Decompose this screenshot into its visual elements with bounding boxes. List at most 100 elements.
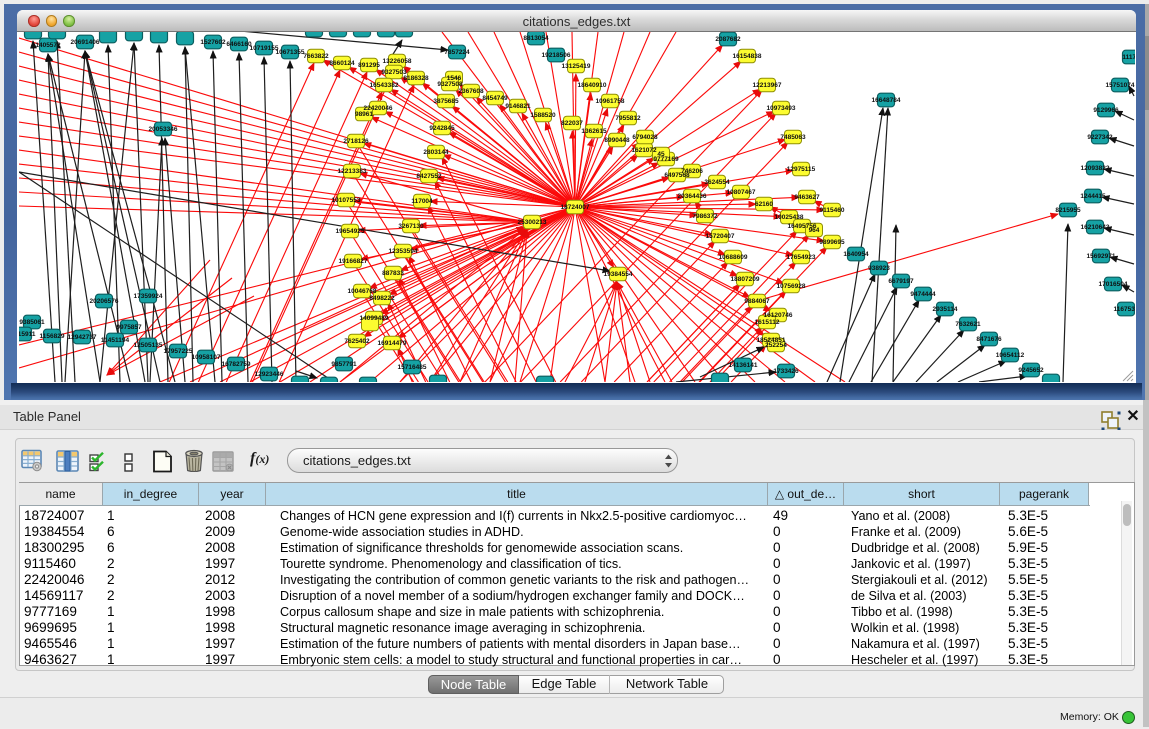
- svg-text:117004: 117004: [411, 198, 433, 205]
- svg-text:19166827: 19166827: [339, 258, 368, 265]
- svg-text:12213967: 12213967: [753, 82, 782, 89]
- svg-text:19384554: 19384554: [604, 271, 633, 278]
- svg-text:252254: 252254: [765, 342, 787, 349]
- svg-text:3915911: 3915911: [19, 331, 36, 338]
- svg-text:6679197: 6679197: [888, 278, 914, 285]
- svg-text:45: 45: [657, 151, 665, 158]
- svg-text:9245652: 9245652: [1018, 367, 1044, 374]
- svg-text:17359924: 17359924: [134, 293, 163, 300]
- svg-text:13226058: 13226058: [383, 58, 412, 65]
- svg-text:10973493: 10973493: [767, 105, 796, 112]
- svg-text:13125419: 13125419: [562, 63, 591, 70]
- svg-text:12923446: 12923446: [255, 371, 284, 378]
- svg-text:14099489: 14099489: [360, 315, 389, 322]
- svg-text:98961: 98961: [355, 111, 373, 118]
- svg-text:1621072: 1621072: [631, 147, 657, 154]
- svg-text:17654923: 17654923: [787, 254, 816, 261]
- svg-text:6794028: 6794028: [632, 134, 658, 141]
- svg-text:9899695: 9899695: [819, 239, 845, 246]
- svg-text:2718126: 2718126: [343, 138, 369, 145]
- svg-text:8990448: 8990448: [604, 137, 630, 144]
- svg-text:3267130: 3267130: [398, 223, 424, 230]
- svg-text:12213383: 12213383: [338, 168, 367, 175]
- svg-text:20206576: 20206576: [90, 298, 119, 305]
- svg-text:9227342: 9227342: [1087, 134, 1113, 141]
- svg-text:887833: 887833: [382, 270, 404, 277]
- svg-text:3624554: 3624554: [704, 179, 730, 186]
- svg-text:16543382: 16543382: [370, 82, 399, 89]
- svg-text:16120746: 16120746: [764, 312, 793, 319]
- svg-text:7955812: 7955812: [615, 115, 641, 122]
- svg-text:1167533: 1167533: [1114, 306, 1135, 313]
- svg-text:11451194: 11451194: [101, 337, 130, 344]
- svg-text:16210643: 16210643: [1081, 224, 1110, 231]
- svg-text:8660124: 8660124: [329, 60, 355, 67]
- svg-text:8471676: 8471676: [976, 336, 1002, 343]
- svg-text:10025438: 10025438: [775, 214, 804, 221]
- svg-text:2803144: 2803144: [423, 149, 449, 156]
- svg-text:8498222: 8498222: [369, 295, 395, 302]
- svg-text:9975857: 9975857: [116, 324, 142, 331]
- svg-text:20053346: 20053346: [149, 126, 178, 133]
- svg-text:11175: 11175: [1122, 54, 1135, 61]
- svg-text:19654925: 19654925: [336, 228, 365, 235]
- svg-text:938923: 938923: [868, 265, 890, 272]
- svg-text:1588520: 1588520: [530, 112, 556, 119]
- svg-text:12942737: 12942737: [68, 334, 97, 341]
- svg-text:10807467: 10807467: [727, 189, 756, 196]
- svg-text:9115460: 9115460: [820, 207, 845, 214]
- svg-text:2367608: 2367608: [458, 88, 484, 95]
- svg-text:20364436: 20364436: [678, 193, 707, 200]
- svg-text:9884067: 9884067: [744, 298, 770, 305]
- svg-text:7485063: 7485063: [780, 134, 806, 141]
- svg-text:17957225: 17957225: [164, 348, 193, 355]
- svg-text:16914479: 16914479: [378, 340, 407, 347]
- svg-text:62160: 62160: [755, 201, 773, 208]
- svg-text:12353594: 12353594: [389, 248, 418, 255]
- svg-text:9327508: 9327508: [437, 81, 463, 88]
- svg-text:12975115: 12975115: [787, 166, 816, 173]
- svg-text:7625402: 7625402: [344, 338, 370, 345]
- svg-text:6497568: 6497568: [664, 172, 690, 179]
- svg-text:2935114: 2935114: [933, 306, 958, 313]
- svg-text:15716485: 15716485: [398, 364, 427, 371]
- svg-text:7986372: 7986372: [692, 213, 718, 220]
- svg-text:18640910: 18640910: [578, 82, 607, 89]
- svg-text:10719155: 10719155: [250, 45, 279, 52]
- svg-text:17016504: 17016504: [1099, 281, 1128, 288]
- svg-text:1615112: 1615112: [755, 319, 780, 326]
- svg-text:9474444: 9474444: [910, 291, 936, 298]
- svg-text:10958107: 10958107: [192, 354, 221, 361]
- svg-text:25300213: 25300213: [518, 219, 547, 226]
- svg-text:822037: 822037: [561, 120, 583, 127]
- svg-text:1733426: 1733426: [773, 368, 799, 375]
- svg-text:6466160: 6466160: [226, 41, 252, 48]
- svg-text:7663822: 7663822: [303, 53, 329, 60]
- svg-text:3875685: 3875685: [433, 98, 459, 105]
- svg-text:9242845: 9242845: [429, 125, 455, 132]
- svg-text:8186328: 8186328: [403, 75, 429, 82]
- svg-text:9129966: 9129966: [1093, 107, 1119, 114]
- svg-text:7857224: 7857224: [444, 49, 470, 56]
- svg-text:19218506: 19218506: [542, 52, 571, 59]
- svg-text:16782759: 16782759: [222, 361, 251, 368]
- svg-text:891295: 891295: [358, 62, 380, 69]
- svg-text:10961758: 10961758: [596, 98, 625, 105]
- svg-text:16033809: 16033809: [390, 32, 419, 34]
- svg-text:1362615: 1362615: [581, 128, 607, 135]
- svg-text:10107553: 10107553: [332, 197, 361, 204]
- svg-text:9385061: 9385061: [19, 319, 45, 326]
- svg-text:1527602: 1527602: [200, 39, 226, 46]
- svg-text:1405572: 1405572: [35, 42, 61, 49]
- svg-text:10688609: 10688609: [719, 254, 748, 261]
- svg-text:7632621: 7632621: [955, 321, 981, 328]
- svg-text:9146821: 9146821: [505, 103, 531, 110]
- svg-text:15751074: 15751074: [1106, 82, 1135, 89]
- svg-text:16154838: 16154838: [733, 53, 762, 60]
- svg-text:20691406: 20691406: [71, 39, 100, 46]
- svg-text:10756928: 10756928: [777, 283, 806, 290]
- svg-text:18724007: 18724007: [561, 204, 590, 211]
- svg-text:9857791: 9857791: [331, 361, 357, 368]
- svg-text:9463627: 9463627: [794, 194, 820, 201]
- svg-text:8215955: 8215955: [1055, 207, 1081, 214]
